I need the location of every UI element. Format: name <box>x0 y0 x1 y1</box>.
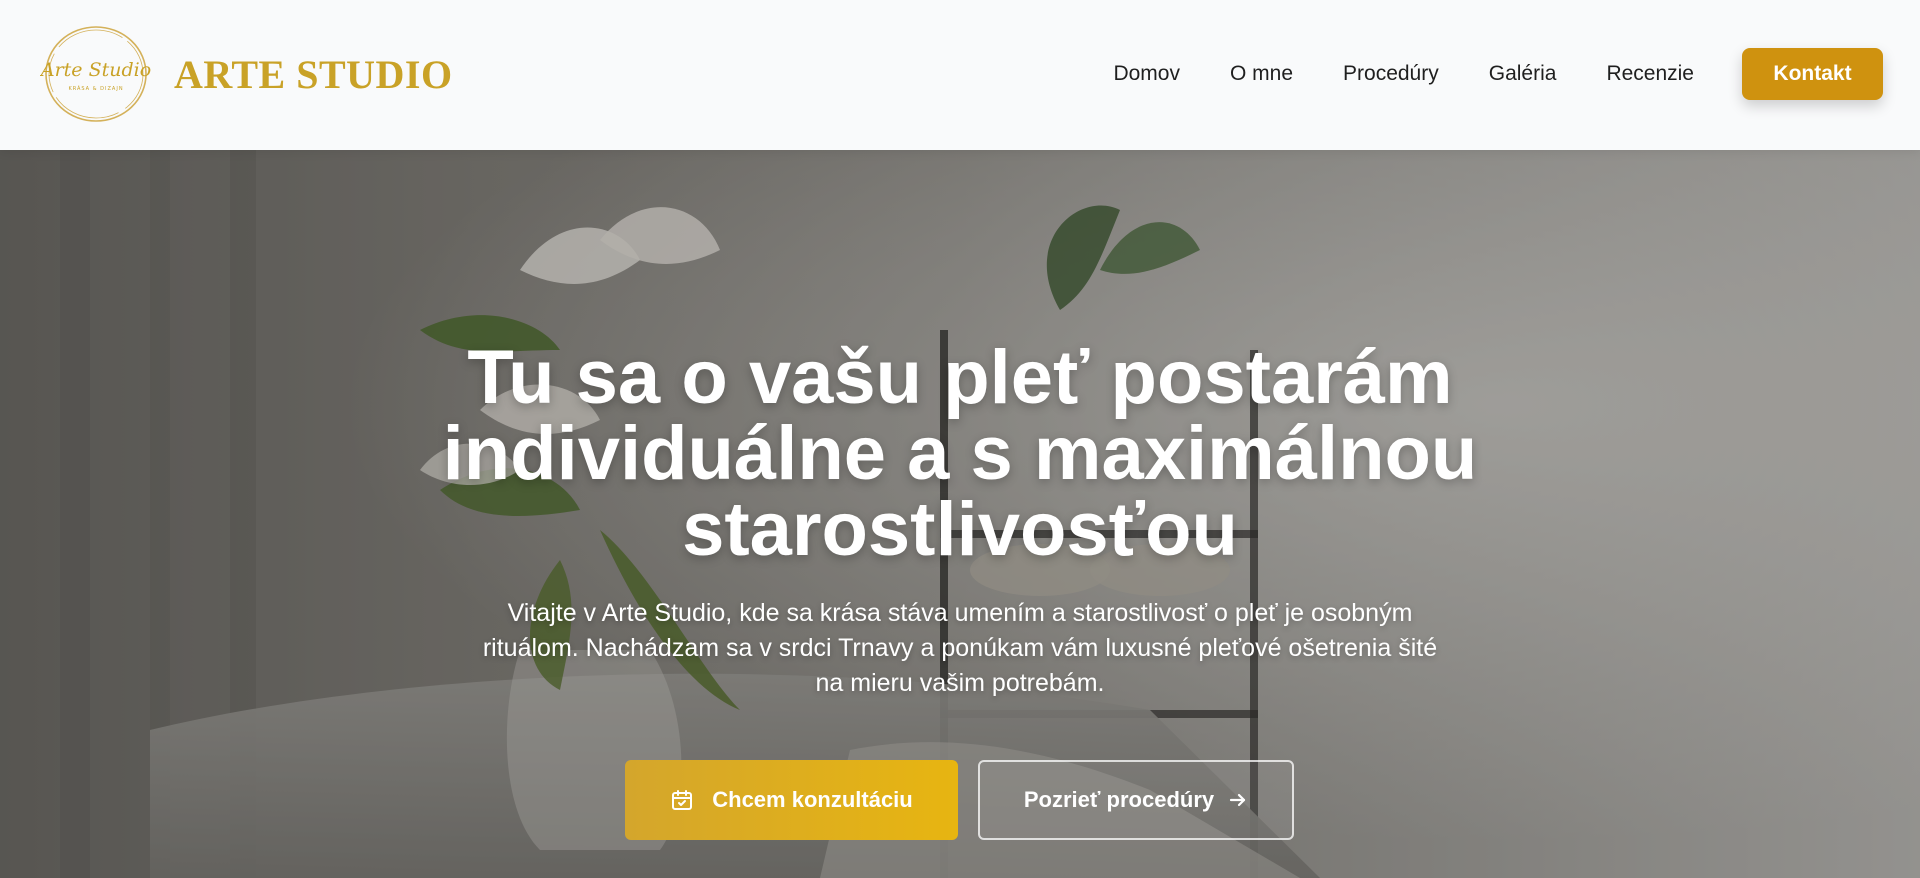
logo-link[interactable]: Arte Studio KRÁSA & DIZAJN ARTE STUDIO <box>40 22 453 126</box>
calendar-icon <box>670 788 694 812</box>
nav-link-domov[interactable]: Domov <box>1113 48 1180 100</box>
nav-link-recenzie[interactable]: Recenzie <box>1606 48 1694 100</box>
brand-name: ARTE STUDIO <box>174 51 453 97</box>
view-procedures-button-label: Pozrieť procedúry <box>1023 787 1215 812</box>
hero-description: Vitajte v Arte Studio, kde sa krása stáv… <box>482 599 1438 697</box>
contact-button[interactable]: Kontakt <box>1742 48 1883 100</box>
nav-link-galeria[interactable]: Galéria <box>1489 48 1557 100</box>
hero-content: Tu sa o vašu pleť postarám individuálne … <box>0 150 1920 878</box>
nav-link-procedury[interactable]: Procedúry <box>1343 48 1439 100</box>
logo-subtext: KRÁSA & DIZAJN <box>68 85 123 92</box>
consultation-button[interactable]: Chcem konzultáciu <box>625 760 958 840</box>
main-nav: Domov O mne Procedúry Galéria Recenzie K… <box>1113 48 1883 100</box>
hero-title: Tu sa o vašu pleť postarám individuálne … <box>442 335 1478 572</box>
view-procedures-button[interactable]: Pozrieť procedúry <box>978 760 1294 840</box>
site-header: Arte Studio KRÁSA & DIZAJN ARTE STUDIO D… <box>0 0 1920 150</box>
logo-emblem: Arte Studio KRÁSA & DIZAJN <box>40 22 152 126</box>
consultation-button-label: Chcem konzultáciu <box>712 787 913 812</box>
nav-link-o-mne[interactable]: O mne <box>1230 48 1293 100</box>
hero-section: Tu sa o vašu pleť postarám individuálne … <box>0 150 1920 878</box>
logo-script-text: Arte Studio <box>40 59 151 81</box>
arrow-right-icon <box>1228 790 1248 810</box>
